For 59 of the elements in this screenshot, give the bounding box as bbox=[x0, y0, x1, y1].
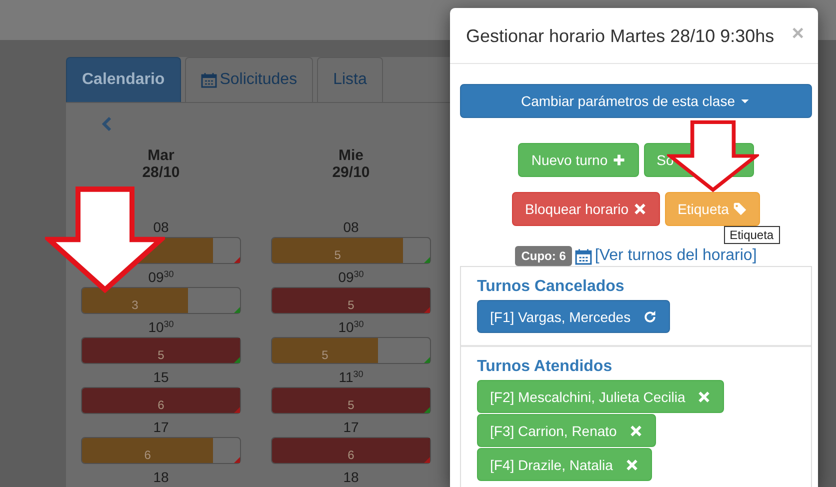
parameters-dropdown-button[interactable]: Cambiar parámetros de esta clase bbox=[460, 84, 812, 118]
capacity-bar[interactable]: 5 bbox=[271, 337, 431, 364]
calendar-icon bbox=[574, 248, 592, 264]
capacity-bar[interactable]: 6 bbox=[81, 387, 241, 414]
count-label: 5 bbox=[348, 398, 354, 413]
time-label: 15 bbox=[152, 368, 170, 387]
count-label: 5 bbox=[322, 348, 328, 363]
tab[interactable]: Lista bbox=[317, 57, 383, 102]
section-heading: Turnos Atendidos bbox=[477, 358, 612, 376]
quota-badge: Cupo: 6 bbox=[515, 246, 572, 266]
capacity-bar[interactable]: 6 bbox=[81, 437, 241, 464]
capacity-bar[interactable]: 3 bbox=[81, 287, 241, 314]
x-icon bbox=[697, 390, 712, 404]
close-button[interactable]: × bbox=[792, 24, 804, 44]
capacity-bar[interactable]: 5 bbox=[271, 387, 431, 414]
time-label: 10$^{30}$ bbox=[337, 318, 365, 337]
turn-button[interactable]: [F4] Drazile, Natalia bbox=[477, 448, 652, 481]
schedule-link[interactable]: [Ver turnos del horario] bbox=[594, 247, 757, 265]
calendar-icon bbox=[200, 72, 217, 88]
time-label: 18 bbox=[342, 468, 360, 487]
turn-button[interactable]: [F1] Vargas, Mercedes bbox=[477, 300, 670, 333]
x-icon bbox=[628, 424, 643, 438]
tag-icon bbox=[732, 202, 747, 216]
time-label: 08 bbox=[152, 218, 170, 237]
time-label: 11$^{30}$ bbox=[338, 368, 364, 387]
action-button[interactable]: Nuevo turno bbox=[518, 143, 639, 177]
capacity-bar[interactable]: 5 bbox=[271, 287, 431, 314]
dialog-title: Gestionar horario Martes 28/10 9:30hs bbox=[466, 25, 774, 48]
capacity-bar[interactable]: 6 bbox=[271, 437, 431, 464]
x-icon bbox=[624, 458, 639, 472]
count-label: 6 bbox=[348, 448, 354, 463]
time-label: 18 bbox=[152, 468, 170, 487]
plus-icon bbox=[612, 153, 626, 167]
action-button[interactable]: Etiqueta bbox=[664, 192, 760, 226]
x-icon bbox=[632, 202, 647, 216]
section-heading: Turnos Cancelados bbox=[477, 278, 624, 296]
tooltip: Etiqueta bbox=[724, 226, 780, 244]
turn-button[interactable]: [F3] Carrion, Renato bbox=[477, 414, 656, 447]
time-label: 09$^{30}$ bbox=[337, 268, 365, 287]
action-button[interactable]: Bloquear horario bbox=[512, 192, 660, 226]
tab[interactable]: Calendario bbox=[66, 57, 181, 102]
time-label: 17 bbox=[342, 418, 360, 437]
count-label: 6 bbox=[144, 448, 151, 463]
count-label: 3 bbox=[132, 298, 138, 313]
capacity-bar[interactable]: 5 bbox=[81, 337, 241, 364]
count-label: 5 bbox=[348, 298, 354, 313]
time-label: 09$^{30}$ bbox=[147, 268, 175, 287]
time-label: 17 bbox=[152, 418, 170, 437]
time-label: 10$^{30}$ bbox=[147, 318, 175, 337]
tab[interactable]: Solicitudes bbox=[184, 57, 314, 102]
day-header: Mie 29/10 bbox=[331, 147, 371, 181]
time-label: 08 bbox=[342, 218, 360, 237]
day-header: Mar 28/10 bbox=[141, 147, 181, 181]
count-label: 5 bbox=[334, 248, 341, 263]
capacity-bar[interactable]: 5 bbox=[271, 237, 431, 264]
count-label: 6 bbox=[158, 398, 164, 413]
count-label: 5 bbox=[158, 348, 164, 363]
turn-button[interactable]: [F2] Mescalchini, Julieta Cecilia bbox=[477, 380, 724, 413]
refresh-icon bbox=[642, 310, 657, 324]
